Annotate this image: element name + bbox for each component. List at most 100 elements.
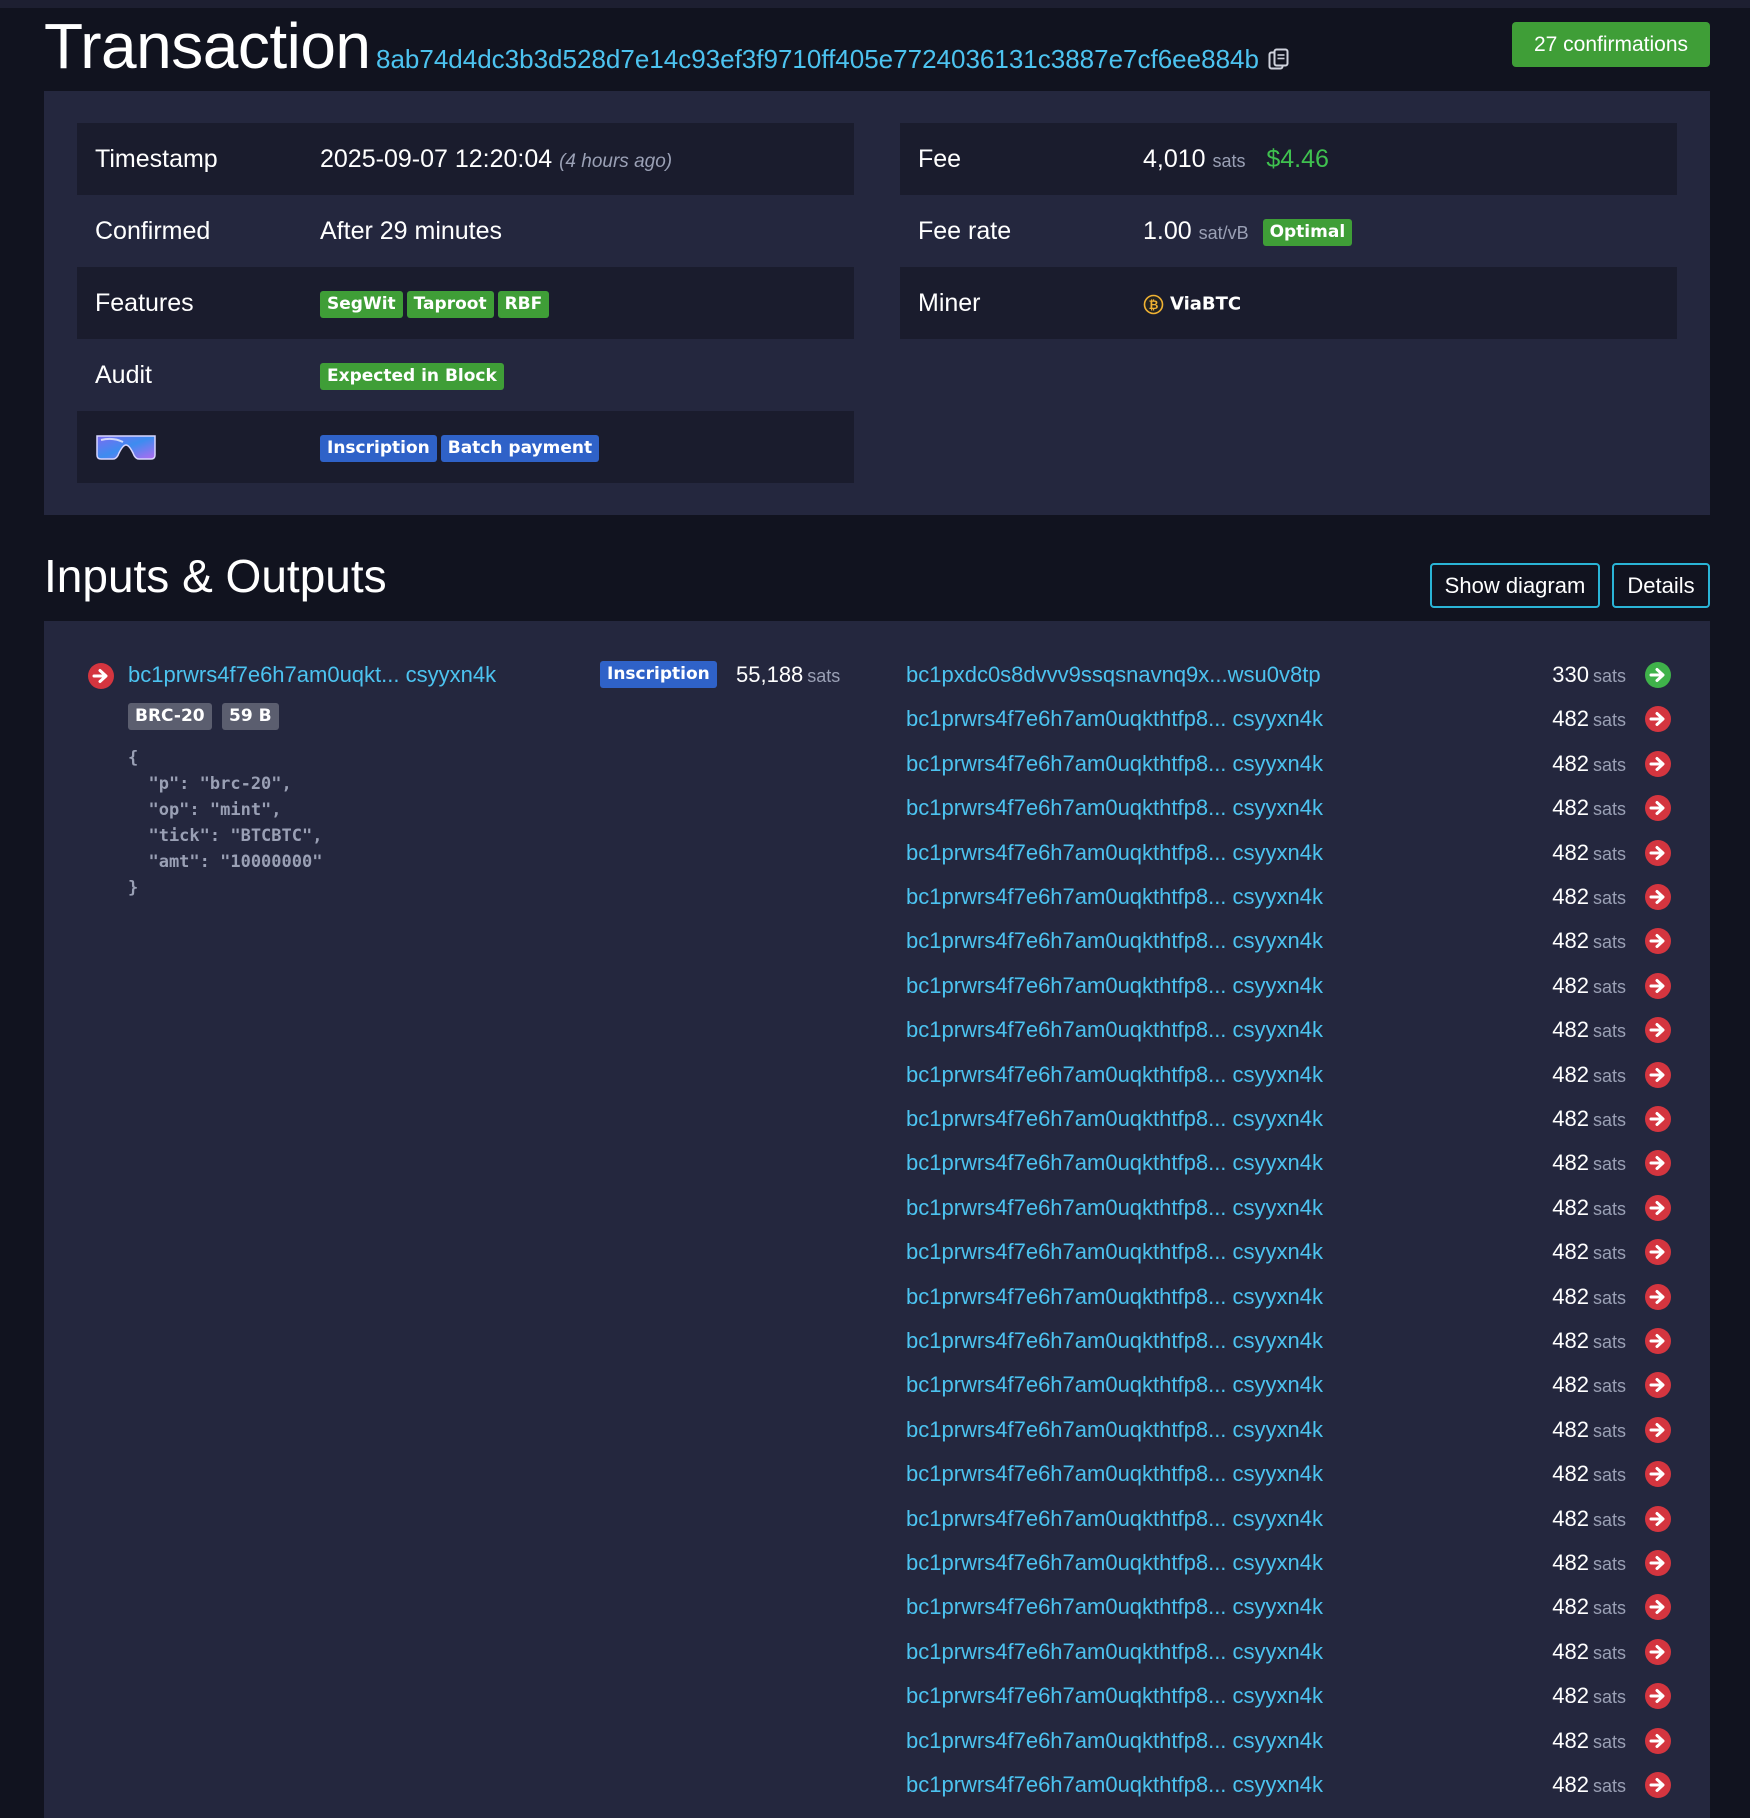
- output-row: bc1prwrs4f7e6h7am0uqkthtfp8... csyyxn4k 4…: [44, 699, 1710, 743]
- output-unspent-arrow-icon[interactable]: [1644, 661, 1672, 689]
- output-amount: 330 sats: [1552, 661, 1626, 690]
- output-spent-arrow-icon[interactable]: [1644, 883, 1672, 911]
- output-address-link[interactable]: bc1prwrs4f7e6h7am0uqkthtfp8... csyyxn4k: [906, 1593, 1323, 1621]
- output-amount-value: 482: [1552, 1194, 1589, 1220]
- output-amount: 482 sats: [1552, 750, 1626, 779]
- output-address-link[interactable]: bc1pxdc0s8dvvv9ssqsnavnq9x...wsu0v8tp: [906, 661, 1321, 689]
- output-address-link[interactable]: bc1prwrs4f7e6h7am0uqkthtfp8... csyyxn4k: [906, 794, 1323, 822]
- output-address-link[interactable]: bc1prwrs4f7e6h7am0uqkthtfp8... csyyxn4k: [906, 1238, 1323, 1266]
- output-address-link[interactable]: bc1prwrs4f7e6h7am0uqkthtfp8... csyyxn4k: [906, 1505, 1323, 1533]
- output-spent-arrow-icon[interactable]: [1644, 1460, 1672, 1488]
- output-spent-arrow-icon[interactable]: [1644, 1105, 1672, 1133]
- output-spent-arrow-icon[interactable]: [1644, 927, 1672, 955]
- output-address-link[interactable]: bc1prwrs4f7e6h7am0uqkthtfp8... csyyxn4k: [906, 1283, 1323, 1311]
- features-row: Features SegWit Taproot RBF: [77, 267, 854, 339]
- output-address-link[interactable]: bc1prwrs4f7e6h7am0uqkthtfp8... csyyxn4k: [906, 1638, 1323, 1666]
- output-amount-value: 482: [1552, 839, 1589, 865]
- output-amount-value: 482: [1552, 706, 1589, 732]
- output-amount: 482 sats: [1552, 1593, 1626, 1622]
- output-spent-arrow-icon[interactable]: [1644, 1638, 1672, 1666]
- output-address-link[interactable]: bc1prwrs4f7e6h7am0uqkthtfp8... csyyxn4k: [906, 1416, 1323, 1444]
- output-amount: 482 sats: [1552, 1371, 1626, 1400]
- output-address-link[interactable]: bc1prwrs4f7e6h7am0uqkthtfp8... csyyxn4k: [906, 705, 1323, 733]
- output-address-link[interactable]: bc1prwrs4f7e6h7am0uqkthtfp8... csyyxn4k: [906, 1327, 1323, 1355]
- output-spent-arrow-icon[interactable]: [1644, 1149, 1672, 1177]
- output-address-link[interactable]: bc1prwrs4f7e6h7am0uqkthtfp8... csyyxn4k: [906, 1771, 1323, 1799]
- output-spent-arrow-icon[interactable]: [1644, 1416, 1672, 1444]
- output-address-link[interactable]: bc1prwrs4f7e6h7am0uqkthtfp8... csyyxn4k: [906, 1460, 1323, 1488]
- output-amount: 482 sats: [1552, 1549, 1626, 1578]
- output-amount-unit: sats: [1592, 754, 1626, 775]
- output-address-link[interactable]: bc1prwrs4f7e6h7am0uqkthtfp8... csyyxn4k: [906, 1105, 1323, 1133]
- output-row: bc1prwrs4f7e6h7am0uqkthtfp8... csyyxn4k 4…: [44, 1010, 1710, 1054]
- output-amount: 482 sats: [1552, 1416, 1626, 1445]
- feature-tag-segwit[interactable]: SegWit: [320, 290, 403, 318]
- output-row: bc1prwrs4f7e6h7am0uqkthtfp8... csyyxn4k 4…: [44, 1321, 1710, 1365]
- output-spent-arrow-icon[interactable]: [1644, 839, 1672, 867]
- output-spent-arrow-icon[interactable]: [1644, 1505, 1672, 1533]
- output-address-link[interactable]: bc1prwrs4f7e6h7am0uqkthtfp8... csyyxn4k: [906, 1682, 1323, 1710]
- output-row: bc1prwrs4f7e6h7am0uqkthtfp8... csyyxn4k 4…: [44, 1232, 1710, 1276]
- audit-status-badge[interactable]: Expected in Block: [320, 362, 504, 390]
- output-amount: 482 sats: [1552, 1505, 1626, 1534]
- transaction-id-link[interactable]: 8ab74d4dc3b3d528d7e14c93ef3f9710ff405e77…: [376, 44, 1259, 74]
- output-address-link[interactable]: bc1prwrs4f7e6h7am0uqkthtfp8... csyyxn4k: [906, 1194, 1323, 1222]
- transaction-summary-card: Timestamp 2025-09-07 12:20:04 (4 hours a…: [44, 91, 1710, 515]
- output-address-link[interactable]: bc1prwrs4f7e6h7am0uqkthtfp8... csyyxn4k: [906, 1061, 1323, 1089]
- output-spent-arrow-icon[interactable]: [1644, 1371, 1672, 1399]
- output-spent-arrow-icon[interactable]: [1644, 1549, 1672, 1577]
- output-amount-value: 482: [1552, 1106, 1589, 1131]
- output-spent-arrow-icon[interactable]: [1644, 1682, 1672, 1710]
- feature-tag-taproot[interactable]: Taproot: [406, 290, 494, 318]
- output-spent-arrow-icon[interactable]: [1644, 1593, 1672, 1621]
- output-amount-unit: sats: [1592, 1021, 1626, 1042]
- output-spent-arrow-icon[interactable]: [1644, 750, 1672, 778]
- output-address-link[interactable]: bc1prwrs4f7e6h7am0uqkthtfp8... csyyxn4k: [906, 1149, 1323, 1177]
- output-spent-arrow-icon[interactable]: [1644, 794, 1672, 822]
- page-title: Transaction: [44, 10, 371, 82]
- output-spent-arrow-icon[interactable]: [1644, 1238, 1672, 1266]
- output-amount-value: 330: [1552, 662, 1589, 687]
- show-diagram-button[interactable]: Show diagram: [1430, 563, 1600, 608]
- output-address-link[interactable]: bc1prwrs4f7e6h7am0uqkthtfp8... csyyxn4k: [906, 1549, 1323, 1577]
- output-amount-unit: sats: [1592, 1465, 1626, 1486]
- goggles-tag-batch-payment[interactable]: Batch payment: [440, 434, 600, 462]
- output-spent-arrow-icon[interactable]: [1644, 1283, 1672, 1311]
- output-amount-value: 482: [1552, 1683, 1589, 1709]
- output-spent-arrow-icon[interactable]: [1644, 1061, 1672, 1089]
- output-address-link[interactable]: bc1prwrs4f7e6h7am0uqkthtfp8... csyyxn4k: [906, 1016, 1323, 1044]
- output-spent-arrow-icon[interactable]: [1644, 1771, 1672, 1799]
- goggles-tag-inscription[interactable]: Inscription: [320, 434, 437, 462]
- output-row: bc1pxdc0s8dvvv9ssqsnavnq9x...wsu0v8tp 330…: [44, 655, 1710, 699]
- output-address-link[interactable]: bc1prwrs4f7e6h7am0uqkthtfp8... csyyxn4k: [906, 927, 1323, 955]
- fee-rate-value: 1.00 sat/vB Optimal: [1143, 195, 1356, 269]
- fee-usd: $4.46: [1266, 145, 1329, 173]
- copy-icon[interactable]: [1268, 48, 1290, 72]
- output-amount-value: 482: [1552, 1772, 1589, 1797]
- goggles-tags: Inscription Batch payment: [320, 411, 603, 483]
- output-address-link[interactable]: bc1prwrs4f7e6h7am0uqkthtfp8... csyyxn4k: [906, 972, 1323, 1000]
- output-address-link[interactable]: bc1prwrs4f7e6h7am0uqkthtfp8... csyyxn4k: [906, 883, 1323, 911]
- output-row: bc1prwrs4f7e6h7am0uqkthtfp8... csyyxn4k 4…: [44, 1454, 1710, 1498]
- output-spent-arrow-icon[interactable]: [1644, 1727, 1672, 1755]
- output-spent-arrow-icon[interactable]: [1644, 972, 1672, 1000]
- output-row: bc1prwrs4f7e6h7am0uqkthtfp8... csyyxn4k 4…: [44, 1410, 1710, 1454]
- output-row: bc1prwrs4f7e6h7am0uqkthtfp8... csyyxn4k 4…: [44, 1721, 1710, 1765]
- output-amount: 482 sats: [1552, 794, 1626, 823]
- output-spent-arrow-icon[interactable]: [1644, 705, 1672, 733]
- details-button[interactable]: Details: [1612, 563, 1710, 608]
- output-amount-unit: sats: [1592, 1376, 1626, 1397]
- output-spent-arrow-icon[interactable]: [1644, 1194, 1672, 1222]
- output-address-link[interactable]: bc1prwrs4f7e6h7am0uqkthtfp8... csyyxn4k: [906, 750, 1323, 778]
- confirmed-label: Confirmed: [95, 217, 211, 245]
- output-address-link[interactable]: bc1prwrs4f7e6h7am0uqkthtfp8... csyyxn4k: [906, 1371, 1323, 1399]
- output-spent-arrow-icon[interactable]: [1644, 1016, 1672, 1044]
- goggles-icon[interactable]: [95, 433, 157, 461]
- output-address-link[interactable]: bc1prwrs4f7e6h7am0uqkthtfp8... csyyxn4k: [906, 1727, 1323, 1755]
- svg-text:₿: ₿: [1149, 298, 1159, 312]
- timestamp-label: Timestamp: [95, 145, 218, 173]
- feature-tag-rbf[interactable]: RBF: [497, 290, 550, 318]
- output-address-link[interactable]: bc1prwrs4f7e6h7am0uqkthtfp8... csyyxn4k: [906, 839, 1323, 867]
- output-spent-arrow-icon[interactable]: [1644, 1327, 1672, 1355]
- miner-value[interactable]: ₿ ViaBTC: [1143, 267, 1241, 340]
